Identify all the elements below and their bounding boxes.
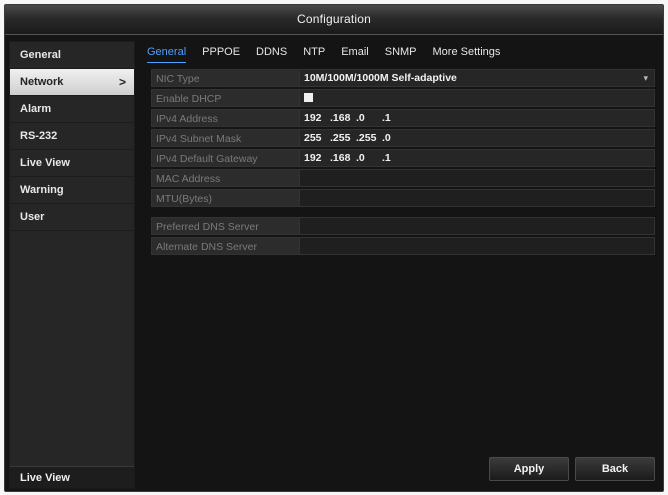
enable-dhcp-row: Enable DHCP <box>151 89 655 107</box>
mac-address-field <box>299 169 655 187</box>
sidebar-item-label: Live View <box>20 157 70 169</box>
ip-octet: .0 <box>382 132 391 144</box>
ipv4-subnet-row: IPv4 Subnet Mask 255 .255 .255 .0 <box>151 129 655 147</box>
preferred-dns-input[interactable] <box>299 217 655 235</box>
ip-octet: .168 <box>330 152 351 164</box>
apply-button[interactable]: Apply <box>489 457 569 481</box>
network-general-form: NIC Type 10M/100M/1000M Self-adaptive ▾ … <box>151 69 655 257</box>
field-label: IPv4 Default Gateway <box>151 149 299 167</box>
tab-snmp[interactable]: SNMP <box>385 43 417 63</box>
ip-octet: .1 <box>382 152 391 164</box>
field-label: IPv4 Subnet Mask <box>151 129 299 147</box>
ipv4-gateway-row: IPv4 Default Gateway 192 .168 .0 .1 <box>151 149 655 167</box>
ipv4-subnet-input[interactable]: 255 .255 .255 .0 <box>299 129 655 147</box>
nic-type-row: NIC Type 10M/100M/1000M Self-adaptive ▾ <box>151 69 655 87</box>
enable-dhcp-field <box>299 89 655 107</box>
field-label: Enable DHCP <box>151 89 299 107</box>
action-buttons: Apply Back <box>489 457 655 481</box>
sidebar-item-user[interactable]: User <box>10 204 134 231</box>
ip-octet: .1 <box>382 112 391 124</box>
enable-dhcp-checkbox[interactable] <box>304 93 313 102</box>
sidebar-item-rs232[interactable]: RS-232 <box>10 123 134 150</box>
window-title: Configuration <box>5 5 663 35</box>
sidebar-item-label: General <box>20 49 61 61</box>
ip-octet: .168 <box>330 112 351 124</box>
field-label: MAC Address <box>151 169 299 187</box>
sidebar-item-alarm[interactable]: Alarm <box>10 96 134 123</box>
tab-general[interactable]: General <box>147 43 187 63</box>
mtu-row: MTU(Bytes) <box>151 189 655 207</box>
sidebar-item-label: Warning <box>20 184 64 196</box>
field-label: Preferred DNS Server <box>151 217 299 235</box>
sidebar-item-label: RS-232 <box>20 130 58 142</box>
sidebar-item-label: Network <box>20 76 64 88</box>
main-panel: General PPPOE DDNS NTP Email SNMP More S… <box>139 41 661 489</box>
field-label: NIC Type <box>151 69 299 87</box>
sidebar-item-general[interactable]: General <box>10 42 134 69</box>
field-label: Alternate DNS Server <box>151 237 299 255</box>
sidebar-item-warning[interactable]: Warning <box>10 177 134 204</box>
mtu-input[interactable] <box>299 189 655 207</box>
sidebar-item-network[interactable]: Network > <box>10 69 134 96</box>
tab-email[interactable]: Email <box>341 43 369 63</box>
alternate-dns-input[interactable] <box>299 237 655 255</box>
chevron-down-icon: ▾ <box>643 73 648 83</box>
preferred-dns-row: Preferred DNS Server <box>151 217 655 235</box>
tab-ntp[interactable]: NTP <box>303 43 325 63</box>
ipv4-address-row: IPv4 Address 192 .168 .0 .1 <box>151 109 655 127</box>
ip-octet: .255 <box>356 132 377 144</box>
sidebar-item-live-view[interactable]: Live View <box>10 150 134 177</box>
sidebar-item-label: Alarm <box>20 103 52 115</box>
tab-ddns[interactable]: DDNS <box>256 43 287 63</box>
live-view-button[interactable]: Live View <box>10 466 134 488</box>
ip-octet: 192 <box>304 112 322 124</box>
configuration-window: Configuration General Network > Alarm RS… <box>4 4 664 492</box>
nic-type-select[interactable]: 10M/100M/1000M Self-adaptive ▾ <box>299 69 655 87</box>
field-label: IPv4 Address <box>151 109 299 127</box>
ip-octet: .0 <box>356 112 365 124</box>
tab-bar: General PPPOE DDNS NTP Email SNMP More S… <box>147 43 516 63</box>
nic-type-value: 10M/100M/1000M Self-adaptive <box>304 72 457 84</box>
ip-octet: 192 <box>304 152 322 164</box>
ip-octet: .255 <box>330 132 351 144</box>
sidebar: General Network > Alarm RS-232 Live View… <box>9 41 135 489</box>
ipv4-gateway-input[interactable]: 192 .168 .0 .1 <box>299 149 655 167</box>
alternate-dns-row: Alternate DNS Server <box>151 237 655 255</box>
field-label: MTU(Bytes) <box>151 189 299 207</box>
sidebar-item-label: User <box>20 211 45 223</box>
mac-address-row: MAC Address <box>151 169 655 187</box>
ip-octet: .0 <box>356 152 365 164</box>
ip-octet: 255 <box>304 132 322 144</box>
tab-more-settings[interactable]: More Settings <box>433 43 501 63</box>
ipv4-address-input[interactable]: 192 .168 .0 .1 <box>299 109 655 127</box>
back-button[interactable]: Back <box>575 457 655 481</box>
tab-pppoe[interactable]: PPPOE <box>202 43 240 63</box>
chevron-right-icon: > <box>118 75 126 89</box>
